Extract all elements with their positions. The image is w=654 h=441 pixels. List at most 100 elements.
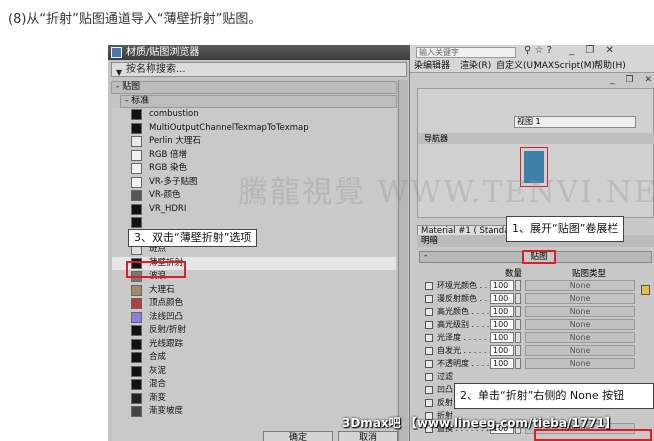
channel-checkbox[interactable] [425,386,433,394]
map-swatch-icon [131,122,142,134]
spinner-icon[interactable] [515,319,521,330]
map-swatch-icon [131,203,142,215]
callout-step-3: 3、双击“薄壁折射”选项 [128,229,258,247]
maptype-column-header: 贴图类型 [572,269,607,279]
app-logo-icon [111,47,122,58]
section-maps-header[interactable]: - 贴图 [111,81,397,94]
channel-checkbox[interactable] [425,347,433,355]
minimize-icon[interactable]: _ [569,45,574,56]
amount-input[interactable]: 100 [490,280,514,291]
map-list-item[interactable]: 大理石 [112,284,396,298]
browser-search-input[interactable]: ▼ 按名称搜索... [111,62,407,77]
cancel-button[interactable]: 取消 [338,431,398,441]
amount-column-header: 数量 [505,269,523,279]
spinner-icon[interactable] [515,358,521,369]
map-list-item-label: combustion [149,109,199,119]
callout-step-2: 2、单击“折射”右侧的 None 按钮 [454,383,654,409]
map-list-item-label: 渐变 [149,392,167,403]
map-none-button[interactable]: None [525,293,635,304]
menu-item[interactable]: 染编辑器 [414,59,450,73]
map-list-item[interactable]: RGB 倍增 [112,149,396,163]
map-list-item-label: VR-多子贴图 [149,176,198,187]
map-list-item[interactable] [112,216,396,230]
close-icon[interactable]: ✕ [644,75,652,85]
channel-checkbox[interactable] [425,282,433,290]
channel-checkbox[interactable] [425,373,433,381]
menu-item[interactable]: MAXScript(M) [534,59,595,73]
map-none-button[interactable]: None [525,306,635,317]
map-list-item[interactable]: 光线跟踪 [112,338,396,352]
map-list-item[interactable]: 混合 [112,378,396,392]
dropdown-triangle-icon: ▼ [116,68,123,77]
section-standard-header[interactable]: - 标准 [120,95,397,108]
map-none-button[interactable]: None [525,345,635,356]
map-swatch-icon [131,298,142,309]
channel-label: 反射 [437,398,453,407]
help-icon[interactable]: ? [547,45,552,56]
channel-checkbox[interactable] [425,334,433,342]
amount-input[interactable]: 100 [490,358,514,369]
map-list-item[interactable]: Perlin 大理石 [112,135,396,149]
map-channel-row: 环境光颜色 . . . . 100 None [425,280,645,292]
map-none-button[interactable]: None [525,358,635,369]
map-list-item[interactable]: 法线凹凸 [112,311,396,325]
maps-rollout-title[interactable]: 贴图 [522,250,556,264]
spinner-icon[interactable] [515,345,521,356]
star-icon[interactable]: ☆ [535,45,544,56]
map-swatch-icon [131,311,142,323]
map-none-button[interactable]: None [525,280,635,291]
channel-label: 自发光 . . . . . . [437,346,492,355]
map-list-item[interactable]: 顶点颜色 [112,297,396,311]
map-swatch-icon [131,149,142,161]
map-swatch-icon [131,284,142,296]
map-swatch-icon [131,190,142,201]
channel-checkbox[interactable] [425,321,433,329]
channel-checkbox[interactable] [425,399,433,407]
amount-input[interactable]: 100 [490,345,514,356]
menu-item[interactable]: 渲染(R) [460,59,491,73]
browser-titlebar[interactable]: 材质/贴图浏览器 [108,45,410,60]
map-list-item-label: RGB 染色 [149,163,188,173]
map-list-item[interactable]: combustion [112,108,396,122]
channel-checkbox[interactable] [425,360,433,368]
map-list-item-label: VR-颜色 [149,190,181,200]
channel-checkbox[interactable] [425,295,433,303]
map-list-item-label: VR_HDRI [149,203,187,214]
map-list-item[interactable]: 渐变 [112,392,396,406]
amount-input[interactable]: 100 [490,319,514,330]
minimize-icon[interactable]: _ [610,75,615,85]
map-swatch-icon [131,392,142,404]
view-dropdown[interactable]: 视图 1 [514,116,636,128]
channel-label: 高光级别 . . . . . [437,320,495,329]
spinner-icon[interactable] [515,332,521,343]
amount-input[interactable]: 100 [490,332,514,343]
map-channel-row: 漫反射颜色 . . . . 100 None [425,293,645,305]
amount-input[interactable]: 100 [490,306,514,317]
menu-item[interactable]: 帮助(H) [594,59,626,73]
max-search-input[interactable]: 输入关键字 [416,47,516,58]
map-none-button[interactable]: None [525,332,635,343]
map-list-item[interactable]: 灰泥 [112,365,396,379]
map-list-item-label: 法线凹凸 [149,311,184,322]
ok-button[interactable]: 确定 [263,431,333,441]
watermark: 騰龍視覺 WWW.TENVI.NET [238,175,654,210]
spinner-icon[interactable] [515,280,521,291]
restore-icon[interactable]: ❐ [626,75,634,85]
map-swatch-icon [131,406,142,417]
channel-label: 高光颜色 . . . . . [437,307,495,316]
map-list-item[interactable]: 合成 [112,351,396,365]
amount-input[interactable]: 100 [490,293,514,304]
browser-scrollbar[interactable] [398,80,408,441]
binoculars-icon[interactable]: ⚲ [524,45,531,56]
channel-checkbox[interactable] [425,308,433,316]
map-list-item[interactable]: MultiOutputChannelTexmapToTexmap [112,122,396,136]
map-none-button[interactable]: None [525,319,635,330]
menu-item[interactable]: 自定义(U) [496,59,537,73]
spinner-icon[interactable] [515,293,521,304]
spinner-icon[interactable] [515,306,521,317]
map-swatch-icon [131,338,142,350]
map-swatch-icon [131,176,142,188]
map-list-item[interactable]: 反射/折射 [112,324,396,338]
restore-icon[interactable]: ❐ [585,45,594,56]
close-icon[interactable]: ✕ [606,45,614,56]
